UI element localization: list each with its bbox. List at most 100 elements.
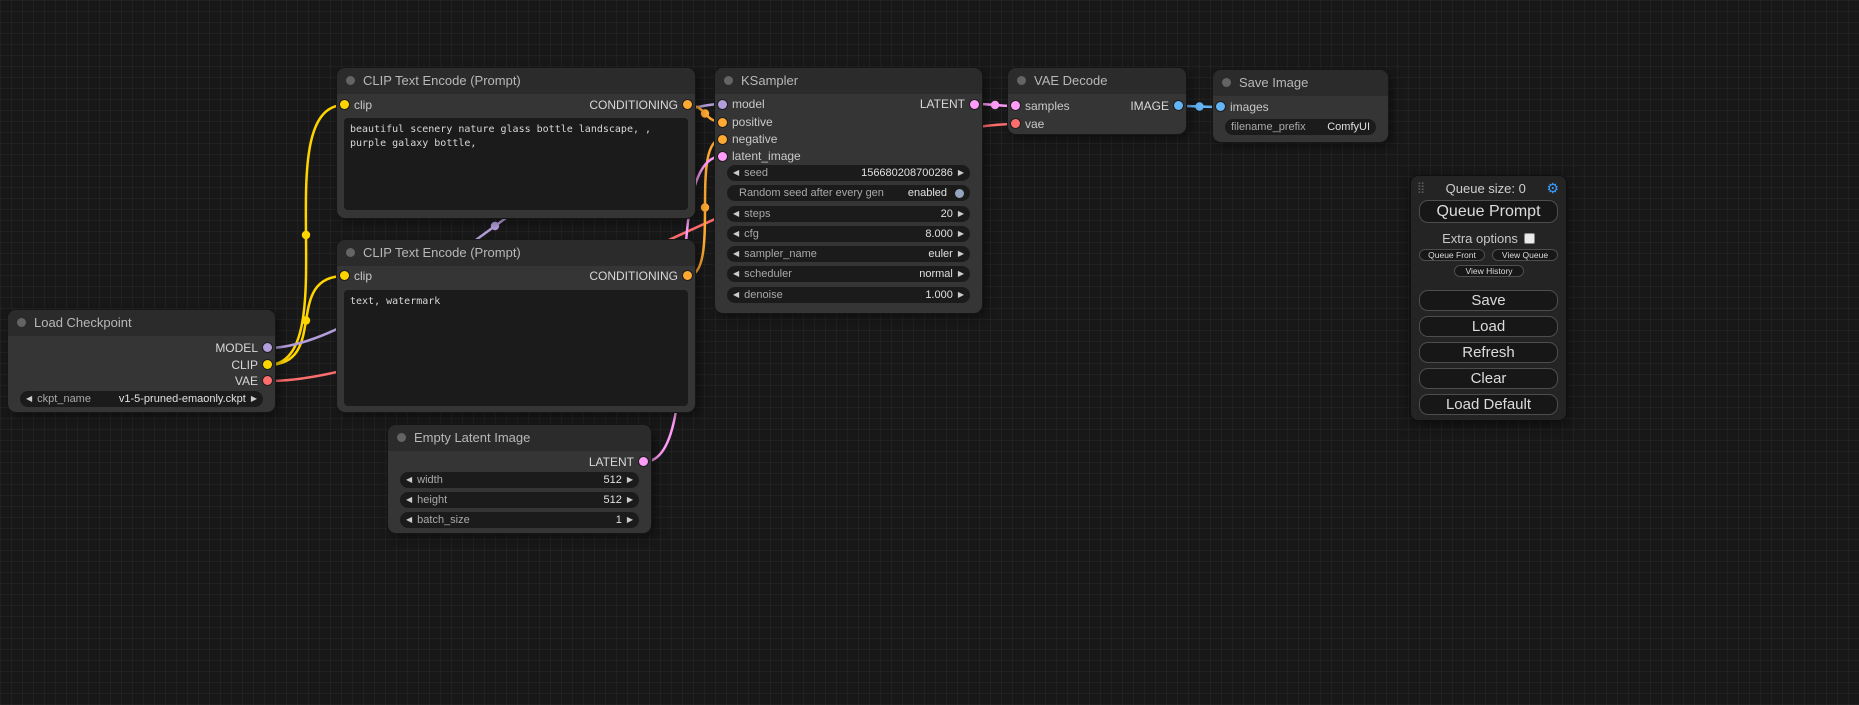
node-vae-decode[interactable]: VAE Decode samples vae IMAGE <box>1008 68 1186 134</box>
port-latent-output[interactable] <box>639 457 648 466</box>
node-save-image[interactable]: Save Image images filename_prefix ComfyU… <box>1213 70 1388 142</box>
widget-value: 1.000 <box>925 289 953 301</box>
node-title-bar[interactable]: Save Image <box>1213 70 1388 96</box>
widget-random-seed-toggle[interactable]: Random seed after every gen enabled <box>727 185 970 201</box>
save-button[interactable]: Save <box>1419 290 1558 311</box>
port-latent-image-input[interactable] <box>718 152 727 161</box>
node-clip-text-encode-negative[interactable]: CLIP Text Encode (Prompt) clip CONDITION… <box>337 240 695 412</box>
node-title-bar[interactable]: KSampler <box>715 68 982 94</box>
output-label-latent: LATENT <box>589 455 634 469</box>
extra-options-checkbox[interactable] <box>1524 233 1535 244</box>
decrement-arrow-icon[interactable]: ◀ <box>406 492 412 508</box>
collapse-dot-icon[interactable] <box>346 248 355 257</box>
node-clip-text-encode-positive[interactable]: CLIP Text Encode (Prompt) clip CONDITION… <box>337 68 695 218</box>
decrement-arrow-icon[interactable]: ◀ <box>733 287 739 303</box>
node-ksampler[interactable]: KSampler model positive negative latent_… <box>715 68 982 313</box>
settings-gear-icon[interactable]: ⚙ <box>1546 180 1559 196</box>
port-images-input[interactable] <box>1216 102 1225 111</box>
port-clip-input[interactable] <box>340 100 349 109</box>
decrement-arrow-icon[interactable]: ◀ <box>406 512 412 528</box>
input-label-positive: positive <box>732 115 773 129</box>
widget-label: denoise <box>744 289 783 301</box>
widget-label: scheduler <box>744 268 792 280</box>
increment-arrow-icon[interactable]: ▶ <box>958 206 964 222</box>
increment-arrow-icon[interactable]: ▶ <box>958 266 964 282</box>
queue-prompt-button[interactable]: Queue Prompt <box>1419 200 1558 223</box>
node-title: Save Image <box>1239 75 1308 90</box>
link-midpoint-dot <box>991 101 999 109</box>
widget-value: 156680208700286 <box>861 167 953 179</box>
decrement-arrow-icon[interactable]: ◀ <box>406 472 412 488</box>
toggle-dot-icon[interactable] <box>955 189 964 198</box>
port-positive-input[interactable] <box>718 118 727 127</box>
load-default-button[interactable]: Load Default <box>1419 394 1558 415</box>
widget-filename-prefix[interactable]: filename_prefix ComfyUI <box>1225 119 1376 135</box>
prompt-textarea[interactable]: beautiful scenery nature glass bottle la… <box>344 118 688 210</box>
widget-height[interactable]: ◀ height 512 ▶ <box>400 492 639 508</box>
link-midpoint-dot <box>701 203 709 211</box>
port-clip-output[interactable] <box>263 360 272 369</box>
widget-cfg[interactable]: ◀ cfg 8.000 ▶ <box>727 226 970 242</box>
widget-steps[interactable]: ◀ steps 20 ▶ <box>727 206 970 222</box>
widget-label: width <box>417 474 443 486</box>
collapse-dot-icon[interactable] <box>724 76 733 85</box>
node-title-bar[interactable]: CLIP Text Encode (Prompt) <box>337 68 695 94</box>
widget-sampler-name[interactable]: ◀ sampler_name euler ▶ <box>727 246 970 262</box>
queue-front-button[interactable]: Queue Front <box>1419 249 1485 261</box>
widget-seed[interactable]: ◀ seed 156680208700286 ▶ <box>727 165 970 181</box>
port-negative-input[interactable] <box>718 135 727 144</box>
port-model-output[interactable] <box>263 343 272 352</box>
node-title-bar[interactable]: Empty Latent Image <box>388 425 651 451</box>
decrement-arrow-icon[interactable]: ◀ <box>733 266 739 282</box>
decrement-arrow-icon[interactable]: ◀ <box>733 246 739 262</box>
collapse-dot-icon[interactable] <box>346 76 355 85</box>
port-conditioning-output[interactable] <box>683 271 692 280</box>
increment-arrow-icon[interactable]: ▶ <box>958 246 964 262</box>
node-empty-latent-image[interactable]: Empty Latent Image LATENT ◀ width 512 ▶ … <box>388 425 651 533</box>
widget-ckpt-name[interactable]: ◀ ckpt_name v1-5-pruned-emaonly.ckpt ▶ <box>20 391 263 407</box>
port-samples-input[interactable] <box>1011 101 1020 110</box>
collapse-dot-icon[interactable] <box>1017 76 1026 85</box>
decrement-arrow-icon[interactable]: ◀ <box>26 391 32 407</box>
port-clip-input[interactable] <box>340 271 349 280</box>
load-button[interactable]: Load <box>1419 316 1558 337</box>
decrement-arrow-icon[interactable]: ◀ <box>733 165 739 181</box>
port-model-input[interactable] <box>718 100 727 109</box>
increment-arrow-icon[interactable]: ▶ <box>958 226 964 242</box>
widget-width[interactable]: ◀ width 512 ▶ <box>400 472 639 488</box>
port-image-output[interactable] <box>1174 101 1183 110</box>
widget-batch-size[interactable]: ◀ batch_size 1 ▶ <box>400 512 639 528</box>
port-vae-input[interactable] <box>1011 119 1020 128</box>
increment-arrow-icon[interactable]: ▶ <box>251 391 257 407</box>
node-title-bar[interactable]: CLIP Text Encode (Prompt) <box>337 240 695 266</box>
drag-handle-icon[interactable]: ⣿ <box>1417 180 1425 196</box>
port-conditioning-output[interactable] <box>683 100 692 109</box>
increment-arrow-icon[interactable]: ▶ <box>627 492 633 508</box>
collapse-dot-icon[interactable] <box>1222 78 1231 87</box>
prompt-textarea[interactable]: text, watermark <box>344 290 688 406</box>
input-label-clip: clip <box>354 98 372 112</box>
view-queue-button[interactable]: View Queue <box>1492 249 1558 261</box>
increment-arrow-icon[interactable]: ▶ <box>958 165 964 181</box>
decrement-arrow-icon[interactable]: ◀ <box>733 226 739 242</box>
collapse-dot-icon[interactable] <box>397 433 406 442</box>
widget-denoise[interactable]: ◀ denoise 1.000 ▶ <box>727 287 970 303</box>
decrement-arrow-icon[interactable]: ◀ <box>733 206 739 222</box>
refresh-button[interactable]: Refresh <box>1419 342 1558 363</box>
output-label-conditioning: CONDITIONING <box>589 98 678 112</box>
port-latent-output[interactable] <box>970 100 979 109</box>
widget-scheduler[interactable]: ◀ scheduler normal ▶ <box>727 266 970 282</box>
view-history-button[interactable]: View History <box>1454 265 1524 277</box>
widget-label: sampler_name <box>744 248 817 260</box>
increment-arrow-icon[interactable]: ▶ <box>627 512 633 528</box>
output-label-model: MODEL <box>215 341 258 355</box>
collapse-dot-icon[interactable] <box>17 318 26 327</box>
node-title-bar[interactable]: Load Checkpoint <box>8 310 275 336</box>
port-vae-output[interactable] <box>263 376 272 385</box>
node-load-checkpoint[interactable]: Load Checkpoint MODEL CLIP VAE ◀ ckpt_na… <box>8 310 275 412</box>
link-midpoint-dot <box>491 222 499 230</box>
increment-arrow-icon[interactable]: ▶ <box>627 472 633 488</box>
clear-button[interactable]: Clear <box>1419 368 1558 389</box>
node-title-bar[interactable]: VAE Decode <box>1008 68 1186 94</box>
increment-arrow-icon[interactable]: ▶ <box>958 287 964 303</box>
